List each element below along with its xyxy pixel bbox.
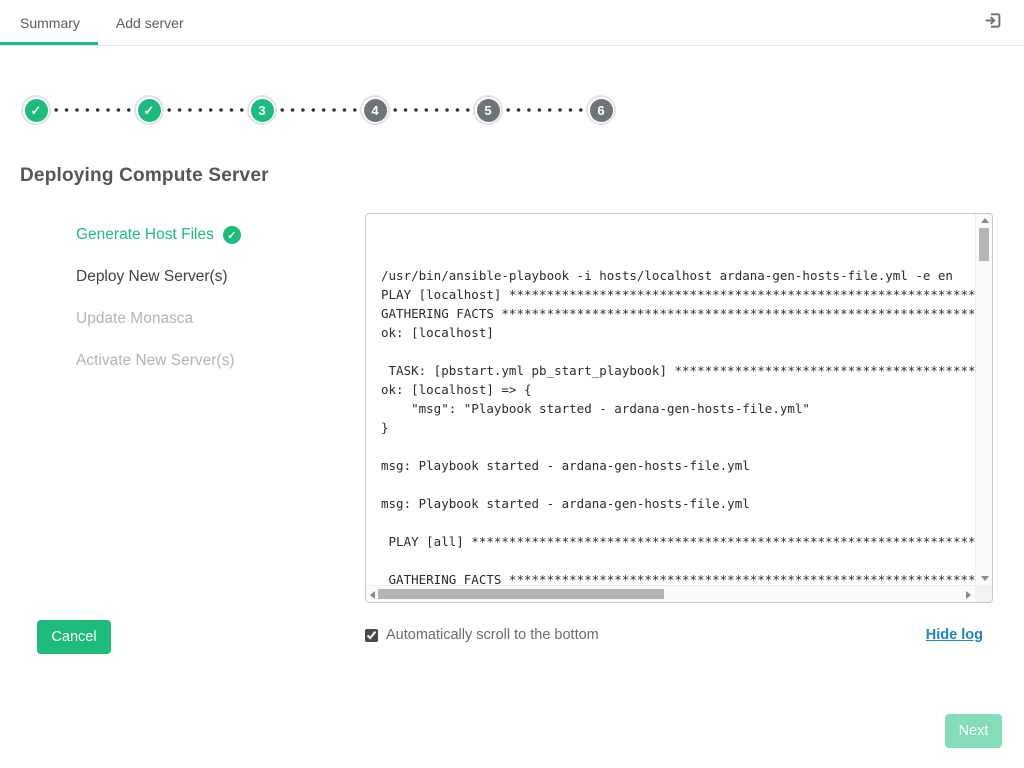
step-circle: ✓ [134, 95, 164, 125]
top-tab-bar: Summary Add server [0, 0, 1024, 46]
scroll-right-arrow-icon[interactable] [966, 591, 971, 599]
add-server-wizard: Summary Add server ✓ [0, 0, 1024, 768]
check-icon [223, 226, 241, 244]
exit-icon [984, 11, 1003, 35]
exit-button[interactable] [963, 0, 1024, 45]
playbook-label: Generate Host Files [76, 226, 214, 244]
scroll-down-arrow-icon[interactable] [981, 576, 989, 581]
stepper-dotted-connector [51, 95, 134, 125]
playbook-label: Update Monasca [76, 310, 193, 328]
log-output-box[interactable]: /usr/bin/ansible-playbook -i hosts/local… [365, 213, 993, 603]
stepper-step: ✓ 3 [164, 95, 277, 125]
autoscroll-checkbox[interactable] [365, 629, 378, 642]
tab-add-server[interactable]: Add server [98, 0, 202, 45]
playbook-item: Update Monasca [76, 308, 241, 330]
log-controls-row: Automatically scroll to the bottom Hide … [365, 627, 983, 643]
playbook-item: Activate New Server(s) [76, 350, 241, 372]
playbook-item: Deploy New Server(s) [76, 266, 241, 288]
progress-stepper: ✓ ✓ ✓ [21, 95, 616, 125]
horizontal-scrollbar[interactable] [366, 585, 975, 602]
vertical-scrollbar[interactable] [975, 214, 992, 585]
playbook-label: Activate New Server(s) [76, 352, 234, 370]
step-circle: ✓ 5 [473, 95, 503, 125]
stepper-step: ✓ 4 [277, 95, 390, 125]
playbook-label: Deploy New Server(s) [76, 268, 228, 286]
stepper-step: ✓ 6 [503, 95, 616, 125]
scrollbar-corner [975, 585, 992, 602]
cancel-button[interactable]: Cancel [37, 620, 111, 654]
next-button[interactable]: Next [945, 714, 1002, 748]
step-number: 3 [258, 103, 265, 118]
step-number: 5 [484, 103, 491, 118]
stepper-step: ✓ 5 [390, 95, 503, 125]
playbook-item: Generate Host Files [76, 224, 241, 246]
step-number: 6 [597, 103, 604, 118]
step-circle: ✓ 3 [247, 95, 277, 125]
autoscroll-option: Automatically scroll to the bottom [365, 627, 599, 643]
step-circle: ✓ 4 [360, 95, 390, 125]
check-icon: ✓ [144, 104, 155, 117]
scroll-up-arrow-icon[interactable] [981, 218, 989, 223]
page-title: Deploying Compute Server [20, 165, 269, 187]
stepper-dotted-connector [164, 95, 247, 125]
stepper-dotted-connector [503, 95, 586, 125]
scroll-left-arrow-icon[interactable] [370, 591, 375, 599]
vertical-scroll-thumb[interactable] [979, 228, 989, 261]
check-icon: ✓ [31, 104, 42, 117]
stepper-step: ✓ [21, 95, 51, 125]
header-spacer [202, 0, 963, 45]
playbook-status-list: Generate Host Files Deploy New Server(s)… [76, 224, 241, 392]
stepper-step: ✓ [51, 95, 164, 125]
stepper-dotted-connector [277, 95, 360, 125]
hide-log-link[interactable]: Hide log [926, 627, 983, 643]
log-text: /usr/bin/ansible-playbook -i hosts/local… [366, 214, 975, 585]
step-circle: ✓ [21, 95, 51, 125]
autoscroll-label: Automatically scroll to the bottom [386, 627, 599, 643]
tab-summary[interactable]: Summary [0, 0, 98, 45]
stepper-dotted-connector [390, 95, 473, 125]
horizontal-scroll-thumb[interactable] [378, 589, 664, 599]
step-circle: ✓ 6 [586, 95, 616, 125]
step-number: 4 [371, 103, 378, 118]
